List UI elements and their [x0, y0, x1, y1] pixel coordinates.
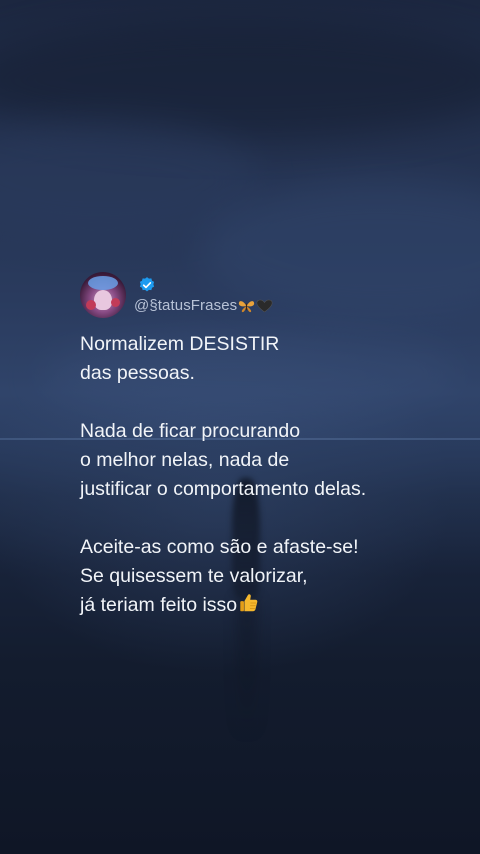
text-line-last: já teriam feito isso [80, 591, 440, 620]
paragraph-2: Nada de ficar procurando o melhor nelas,… [80, 417, 440, 504]
verified-badge-icon [139, 277, 155, 292]
paragraph-3: Aceite-as como são e afaste-se! Se quise… [80, 533, 440, 620]
text-line: Aceite-as como são e afaste-se! [80, 536, 359, 558]
text-line: o melhor nelas, nada de [80, 449, 290, 471]
black-heart-icon [256, 299, 273, 312]
text-line: Normalizem DESISTIR [80, 333, 280, 355]
thumbs-up-icon [240, 594, 258, 612]
quote-post: @§tatusFrases Normalizem DESISTIR das pe… [80, 272, 440, 620]
user-handle[interactable]: @§tatusFrases [134, 297, 237, 314]
text-line: das pessoas. [80, 362, 195, 384]
text-line: já teriam feito isso [80, 594, 238, 616]
text-line: Nada de ficar procurando [80, 420, 301, 442]
butterfly-icon [239, 300, 255, 312]
paragraph-1: Normalizem DESISTIR das pessoas. [80, 330, 440, 388]
text-line: justificar o comportamento delas. [80, 478, 367, 500]
text-line: Se quisessem te valorizar, [80, 565, 308, 587]
post-header: @§tatusFrases [80, 272, 440, 318]
handle-row: @§tatusFrases [134, 297, 273, 314]
post-text: Normalizem DESISTIR das pessoas. Nada de… [80, 330, 440, 620]
post-background: @§tatusFrases Normalizem DESISTIR das pe… [0, 0, 480, 854]
avatar[interactable] [80, 272, 126, 318]
